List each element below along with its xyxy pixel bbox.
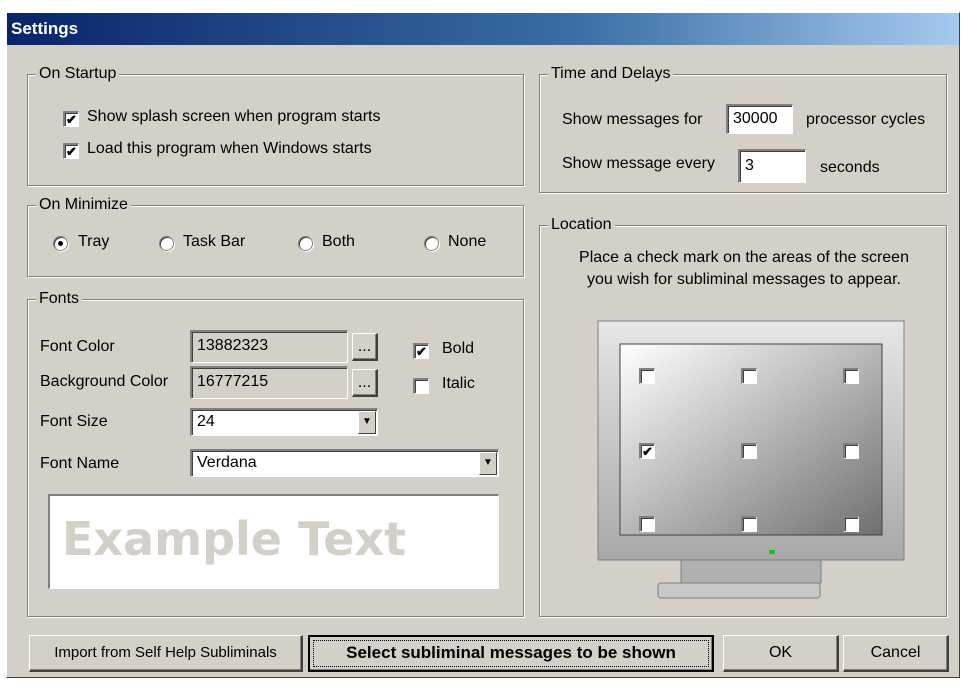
- location-top-center-checkbox[interactable]: [741, 368, 757, 384]
- location-bottom-center-checkbox[interactable]: [741, 516, 757, 532]
- title-bar: Settings: [7, 13, 959, 45]
- every-unit: seconds: [820, 159, 880, 176]
- radio-both-label: Both: [322, 233, 355, 250]
- splash-checkbox[interactable]: ✔: [63, 111, 79, 127]
- show-for-input[interactable]: 30000: [726, 104, 793, 134]
- on-minimize-legend: On Minimize: [36, 195, 131, 215]
- every-input[interactable]: 3: [738, 149, 806, 183]
- font-size-select[interactable]: 24 ▼: [190, 408, 378, 436]
- font-size-value: 24: [197, 413, 215, 430]
- font-size-label: Font Size: [40, 413, 108, 430]
- font-color-browse-button[interactable]: ...: [352, 333, 378, 361]
- monitor-base: [657, 582, 821, 599]
- font-name-label: Font Name: [40, 455, 120, 472]
- on-startup-group: On Startup ✔ Show splash screen when pro…: [27, 64, 524, 186]
- time-and-delays-legend: Time and Delays: [548, 64, 674, 84]
- monitor-neck: [680, 559, 822, 584]
- location-top-left-checkbox[interactable]: [639, 368, 655, 384]
- location-middle-right-checkbox[interactable]: [843, 443, 859, 459]
- location-middle-left-checkbox[interactable]: ✔: [639, 443, 655, 459]
- cancel-button[interactable]: Cancel: [843, 635, 949, 672]
- location-instruction-line1: Place a check mark on the areas of the s…: [579, 249, 909, 266]
- background-color-field[interactable]: 16777215: [190, 366, 348, 399]
- fonts-legend: Fonts: [36, 289, 83, 309]
- load-on-windows-label: Load this program when Windows starts: [87, 140, 372, 157]
- location-top-right-checkbox[interactable]: [843, 368, 859, 384]
- ok-button[interactable]: OK: [723, 635, 839, 672]
- splash-label: Show splash screen when program starts: [87, 108, 381, 125]
- select-messages-button[interactable]: Select subliminal messages to be shown: [308, 635, 714, 672]
- on-startup-legend: On Startup: [36, 64, 120, 84]
- font-name-value: Verdana: [197, 454, 257, 471]
- bold-label: Bold: [442, 340, 475, 357]
- on-minimize-group: On Minimize Tray Task Bar Both None: [27, 195, 524, 277]
- load-on-windows-checkbox[interactable]: ✔: [63, 143, 79, 159]
- monitor-power-light: [769, 550, 775, 554]
- radio-both[interactable]: [298, 236, 313, 251]
- font-color-field[interactable]: 13882323: [190, 330, 348, 363]
- bold-checkbox[interactable]: ✔: [413, 343, 429, 359]
- italic-label: Italic: [442, 375, 475, 392]
- radio-none-label: None: [448, 233, 487, 250]
- radio-task-bar[interactable]: [159, 236, 174, 251]
- show-for-unit: processor cycles: [806, 111, 926, 128]
- import-button[interactable]: Import from Self Help Subliminals: [29, 635, 303, 672]
- font-size-dropdown-icon[interactable]: ▼: [358, 411, 376, 434]
- radio-tray[interactable]: [53, 236, 68, 251]
- every-label: Show message every: [562, 155, 715, 172]
- example-text-preview: Example Text: [48, 494, 499, 589]
- font-color-label: Font Color: [40, 338, 115, 355]
- window-title: Settings: [11, 19, 79, 38]
- font-name-select[interactable]: Verdana ▼: [190, 449, 499, 477]
- settings-window: Settings On Startup ✔ Show splash screen…: [6, 12, 960, 678]
- location-group: Location Place a check mark on the areas…: [539, 215, 947, 617]
- radio-tray-label: Tray: [78, 233, 110, 250]
- location-legend: Location: [548, 215, 615, 235]
- radio-none[interactable]: [424, 236, 439, 251]
- font-name-dropdown-icon[interactable]: ▼: [479, 452, 497, 475]
- location-bottom-left-checkbox[interactable]: [639, 516, 655, 532]
- location-bottom-right-checkbox[interactable]: [843, 516, 859, 532]
- show-for-label: Show messages for: [562, 111, 703, 128]
- background-color-browse-button[interactable]: ...: [352, 369, 378, 397]
- fonts-group: Fonts Font Color 13882323 ... Background…: [27, 289, 524, 617]
- italic-checkbox[interactable]: [413, 378, 429, 394]
- location-middle-center-checkbox[interactable]: [741, 443, 757, 459]
- time-and-delays-group: Time and Delays Show messages for 30000 …: [539, 64, 947, 193]
- radio-task-bar-label: Task Bar: [183, 233, 246, 250]
- background-color-label: Background Color: [40, 373, 169, 390]
